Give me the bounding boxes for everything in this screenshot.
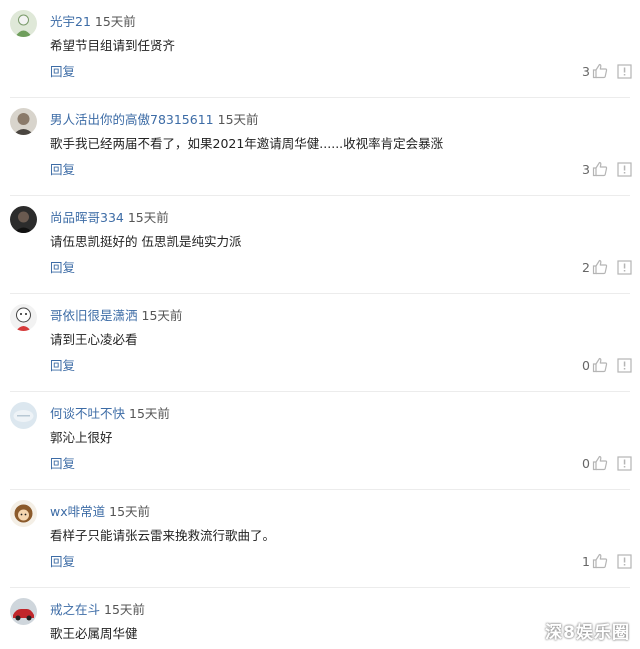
avatar-car-red-icon [10, 598, 37, 625]
comment-meta: 戒之在斗 15天前 [50, 601, 145, 619]
avatar-green-person-icon [10, 10, 37, 37]
timestamp: 15天前 [217, 112, 259, 127]
avatar[interactable] [10, 206, 37, 233]
comment-meta: 何谈不吐不快 15天前 [50, 405, 170, 423]
comment-text: 请伍思凯挺好的 伍思凯是纯实力派 [50, 234, 242, 249]
comment-text: 歌手我已经两届不看了，如果2021年邀请周华健......收视率肯定会暴涨 [50, 136, 444, 151]
reply-button[interactable]: 回复 [50, 161, 75, 179]
thumbs-up-icon[interactable] [592, 161, 608, 177]
thumbs-up-icon[interactable] [592, 357, 608, 373]
like-count: 0 [582, 456, 590, 471]
like-count: 3 [582, 162, 590, 177]
comment-item: 光宇21 15天前 希望节目组请到任贤齐 回复 3 [0, 0, 640, 98]
comment-item: 戒之在斗 15天前 歌王必属周华健 [0, 588, 640, 649]
timestamp: 15天前 [109, 504, 151, 519]
like-count: 2 [582, 260, 590, 275]
reply-button[interactable]: 回复 [50, 357, 75, 375]
timestamp: 15天前 [94, 14, 136, 29]
report-icon[interactable] [617, 260, 632, 275]
avatar-dark-portrait-icon [10, 206, 37, 233]
comment-item: 尚品晖哥334 15天前 请伍思凯挺好的 伍思凯是纯实力派 回复 2 [0, 196, 640, 294]
comment-text: 歌王必属周华健 [50, 626, 138, 641]
timestamp: 15天前 [129, 406, 170, 421]
report-icon[interactable] [617, 358, 632, 373]
comment-text: 希望节目组请到任贤齐 [50, 38, 176, 53]
like-count: 3 [582, 64, 590, 79]
avatar-man-portrait-icon [10, 108, 37, 135]
comment-text: 请到王心凌必看 [50, 332, 138, 347]
comment-item: 哥依旧很是潇洒 15天前 请到王心凌必看 回复 0 [0, 294, 640, 392]
username[interactable]: 男人活出你的高傲78315611 [50, 112, 214, 127]
avatar-cartoon-red-icon [10, 304, 37, 331]
username[interactable]: 光宇21 [50, 14, 91, 29]
reply-button[interactable]: 回复 [50, 455, 75, 473]
username[interactable]: 戒之在斗 [50, 602, 100, 617]
avatar[interactable] [10, 402, 37, 429]
report-icon[interactable] [617, 554, 632, 569]
watermark: 深8娱乐圈 [545, 623, 630, 643]
avatar[interactable] [10, 500, 37, 527]
thumbs-up-icon[interactable] [592, 259, 608, 275]
comment-meta: 哥依旧很是潇洒 15天前 [50, 307, 182, 325]
thumbs-up-icon[interactable] [592, 63, 608, 79]
report-icon[interactable] [617, 456, 632, 471]
report-icon[interactable] [617, 64, 632, 79]
timestamp: 15天前 [127, 210, 169, 225]
username[interactable]: 哥依旧很是潇洒 [50, 308, 138, 323]
username[interactable]: 尚品晖哥334 [50, 210, 124, 225]
avatar[interactable] [10, 304, 37, 331]
reply-button[interactable]: 回复 [50, 553, 75, 571]
comment-meta: 男人活出你的高傲78315611 15天前 [50, 111, 259, 129]
like-count: 0 [582, 358, 590, 373]
reply-button[interactable]: 回复 [50, 259, 75, 277]
comment-item: wx啡常道 15天前 看样子只能请张云雷来挽救流行歌曲了。 回复 1 [0, 490, 640, 588]
username[interactable]: wx啡常道 [50, 504, 105, 519]
comment-meta: wx啡常道 15天前 [50, 503, 150, 521]
comment-text: 看样子只能请张云雷来挽救流行歌曲了。 [50, 528, 276, 543]
thumbs-up-icon[interactable] [592, 553, 608, 569]
comment-item: 何谈不吐不快 15天前 郭沁上很好 回复 0 [0, 392, 640, 490]
username[interactable]: 何谈不吐不快 [50, 406, 125, 421]
avatar-light-blue-icon [10, 402, 37, 429]
timestamp: 15天前 [104, 602, 145, 617]
comment-meta: 光宇21 15天前 [50, 13, 136, 31]
avatar[interactable] [10, 10, 37, 37]
avatar-cartoon-brown-icon [10, 500, 37, 527]
comment-meta: 尚品晖哥334 15天前 [50, 209, 169, 227]
report-icon[interactable] [617, 162, 632, 177]
comment-list: 光宇21 15天前 希望节目组请到任贤齐 回复 3 男人活出你的高傲7831561… [0, 0, 640, 649]
avatar[interactable] [10, 108, 37, 135]
like-count: 1 [582, 554, 590, 569]
thumbs-up-icon[interactable] [592, 455, 608, 471]
reply-button[interactable]: 回复 [50, 63, 75, 81]
timestamp: 15天前 [141, 308, 183, 323]
comment-text: 郭沁上很好 [50, 430, 113, 445]
avatar[interactable] [10, 598, 37, 625]
comment-item: 男人活出你的高傲78315611 15天前 歌手我已经两届不看了，如果2021年邀… [0, 98, 640, 196]
